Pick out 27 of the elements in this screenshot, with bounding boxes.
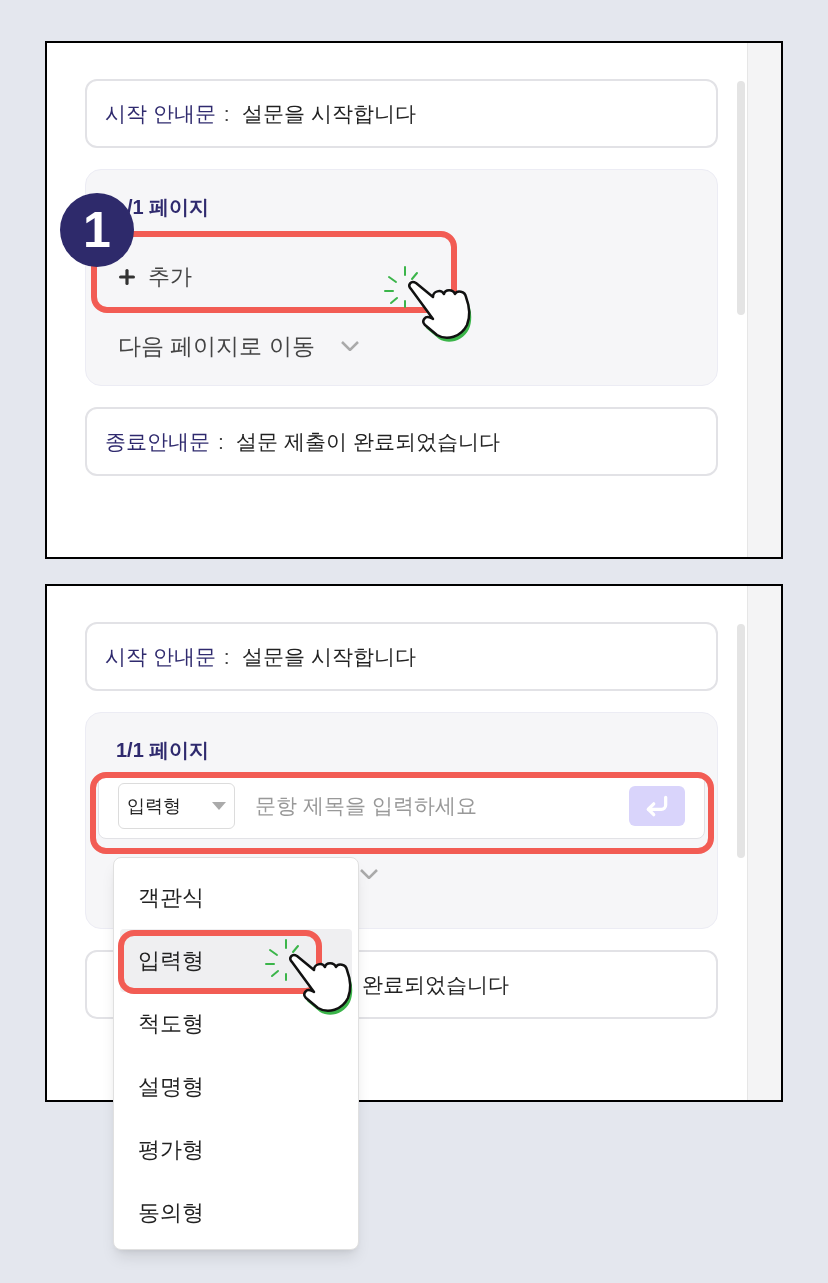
notice-text: 설문을 시작합니다 [241,643,416,670]
page-title: 1/1 페이지 [116,738,210,763]
chevron-down-icon [360,869,378,879]
page-title: /1 페이지 [127,195,210,220]
notice-separator: : [218,428,224,455]
notice-text: 완료되었습니다 [362,971,509,998]
notice-label: 시작 안내문 [105,643,216,670]
notice-label: 시작 안내문 [105,100,216,127]
type-select[interactable]: 입력형 [118,783,235,829]
enter-icon [644,793,670,819]
plus-icon [116,266,138,288]
menu-item[interactable]: 객관식 [120,866,352,929]
menu-item[interactable]: 척도형 [120,992,352,1055]
notice-text: 설문을 시작합니다 [241,100,416,127]
menu-item[interactable]: 동의형 [120,1181,352,1244]
notice-separator: : [223,100,230,127]
add-button[interactable]: 추가 [116,265,192,289]
menu-item[interactable]: 평가형 [120,1118,352,1181]
enter-button[interactable] [629,786,685,826]
notice-separator: : [223,643,230,670]
next-page-dropdown[interactable]: 다음 페이지로 이동 [118,333,359,359]
caret-down-icon [212,802,226,810]
menu-item[interactable]: 설명형 [120,1055,352,1118]
notice-label: 종료안내문 [105,428,210,455]
question-title-field[interactable]: 문항 제목을 입력하세요 [255,790,629,822]
notice-text: 설문 제출이 완료되었습니다 [235,428,500,455]
chevron-down-icon [340,341,359,351]
